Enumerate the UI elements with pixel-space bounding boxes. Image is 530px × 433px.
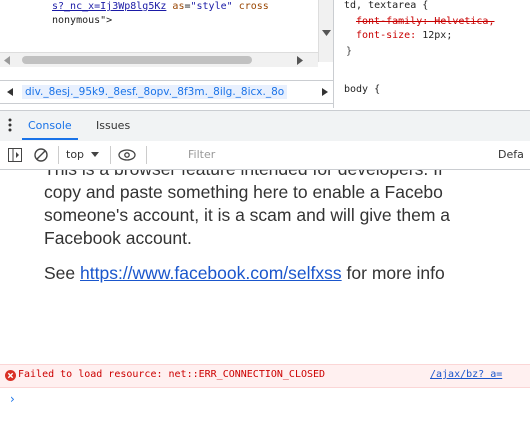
console-prompt[interactable]: › <box>10 392 15 406</box>
attr-name: as <box>172 1 185 12</box>
style-prop-font-size[interactable]: font-size: 12px; <box>356 30 452 41</box>
breadcrumb-right-icon[interactable] <box>322 88 328 96</box>
elements-source-pane: s?_nc_x=Ij3Wp8lg5Kz as="style" cross non… <box>0 0 333 80</box>
dropdown-arrow-icon[interactable] <box>91 152 99 157</box>
console-selfxss-line: See https://www.facebook.com/selfxss for… <box>44 262 445 285</box>
scrollbar-thumb[interactable] <box>22 56 252 64</box>
error-circle-icon <box>5 370 16 381</box>
toolbar-divider <box>146 146 147 164</box>
tab-issues[interactable]: Issues <box>96 119 130 132</box>
attr-name-trunc: cross <box>238 1 269 12</box>
elements-horizontal-scrollbar[interactable] <box>0 52 318 67</box>
toolbar-divider <box>110 146 111 164</box>
breadcrumb-left-icon[interactable] <box>7 88 13 96</box>
active-tab-indicator <box>22 138 78 140</box>
see-text: See <box>44 263 76 283</box>
styles-pane: td, textarea { font-family: Helvetica, f… <box>333 0 530 108</box>
error-message: Failed to load resource: net::ERR_CONNEC… <box>18 369 326 380</box>
breadcrumb: div._8esj._95k9._8esf._8opv._8f3m._8ilg.… <box>0 80 333 104</box>
context-selector[interactable]: top <box>66 148 84 161</box>
console-error-row: Failed to load resource: net::ERR_CONNEC… <box>0 364 530 388</box>
caret-left-icon[interactable] <box>4 56 10 65</box>
style-rule-selector[interactable]: td, textarea { <box>344 0 428 11</box>
scroll-down-arrow-icon[interactable] <box>322 30 331 36</box>
console-message-line: copy and paste something here to enable … <box>44 182 443 202</box>
error-source-link[interactable]: /ajax/bz? a= <box>430 369 502 380</box>
elements-vertical-scrollbar[interactable] <box>318 0 333 62</box>
source-line-2: nonymous"> <box>52 15 113 26</box>
console-output: This is a browser feature intended for d… <box>0 170 530 433</box>
selfxss-link[interactable]: https://www.facebook.com/selfxss <box>80 263 342 283</box>
breadcrumb-item[interactable]: div._8esj._95k9._8esf._8opv._8f3m._8ilg.… <box>22 85 288 99</box>
kebab-menu-icon[interactable] <box>8 118 12 132</box>
style-rule-close: } <box>346 46 353 57</box>
style-rule-body[interactable]: body { <box>344 84 380 95</box>
more-info-text: for more info <box>346 263 445 283</box>
filter-input[interactable] <box>180 146 488 162</box>
sidebar-toggle-icon[interactable] <box>8 148 22 162</box>
default-levels-dropdown[interactable]: Defa <box>498 148 524 161</box>
console-message-line: Facebook account. <box>44 228 192 248</box>
source-line-1[interactable]: s?_nc_x=Ij3Wp8lg5Kz as="style" cross <box>52 1 269 12</box>
style-prop-overridden[interactable]: font-family: Helvetica, <box>356 16 494 27</box>
tab-console[interactable]: Console <box>28 119 72 132</box>
console-message-line: someone's account, it is a scam and will… <box>44 205 451 225</box>
clear-console-icon[interactable] <box>34 148 48 162</box>
console-message-line: This is a browser feature intended for d… <box>44 170 443 181</box>
toolbar-divider <box>58 146 59 164</box>
console-toolbar: top Defa <box>0 141 530 170</box>
attr-value: "style" <box>190 1 233 12</box>
caret-right-icon[interactable] <box>297 56 303 65</box>
drawer-tab-bar: Console Issues <box>0 110 530 142</box>
eye-icon[interactable] <box>118 149 136 161</box>
source-url-text[interactable]: s?_nc_x=Ij3Wp8lg5Kz <box>52 1 166 12</box>
